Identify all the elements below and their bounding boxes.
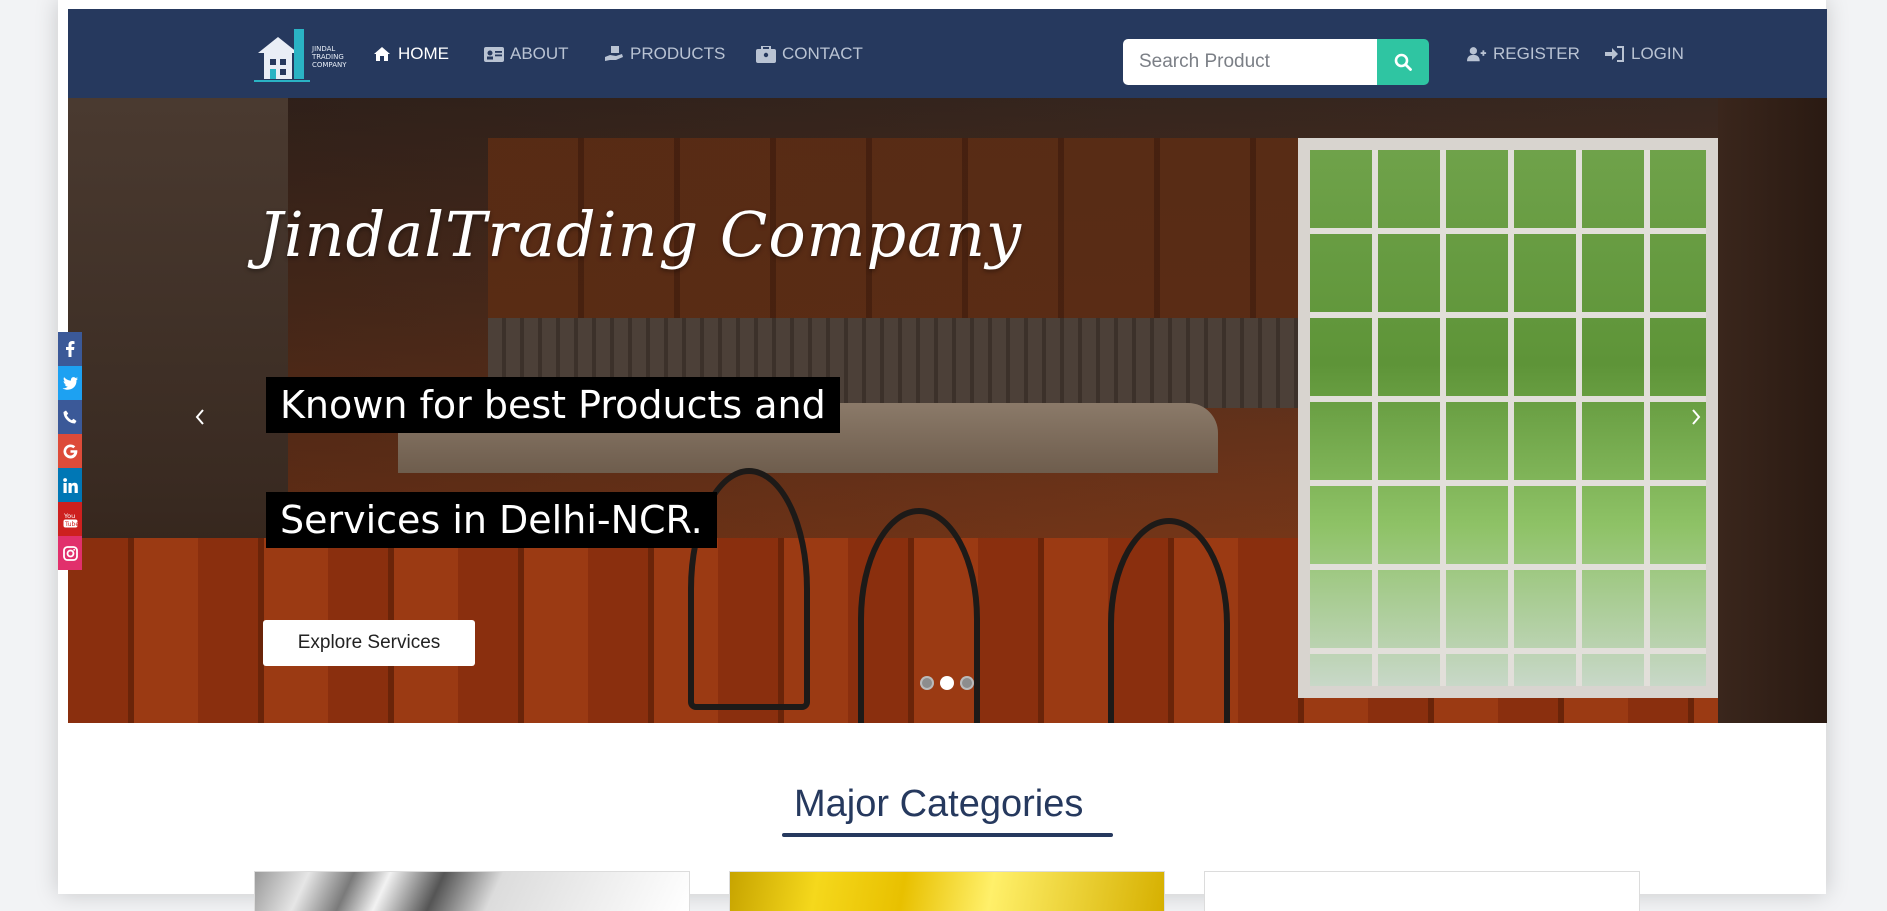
hero-bg-stool (858, 508, 980, 723)
instagram-icon (62, 545, 78, 561)
facebook-icon (66, 341, 75, 357)
carousel-indicators (920, 676, 974, 690)
logo-text-line-1: JINDAL (312, 45, 336, 53)
section-title-major-categories: Major Categories (794, 783, 1084, 825)
nav-about[interactable]: ABOUT (484, 43, 569, 65)
carousel-dot-2[interactable] (940, 676, 954, 690)
hero-carousel: JindalTrading Company Known for best Pro… (68, 98, 1827, 723)
home-icon (372, 45, 392, 63)
category-image (1205, 872, 1639, 911)
chevron-left-icon (195, 409, 204, 425)
hand-box-icon (604, 45, 624, 63)
logo-text: JINDAL TRADING COMPANY (312, 45, 348, 69)
youtube-link[interactable]: You Tube (58, 502, 82, 536)
hero-bg-window (1298, 138, 1718, 698)
hero-title: JindalTrading Company (258, 198, 1023, 271)
social-sidebar: You Tube (58, 332, 82, 570)
search-input[interactable] (1123, 39, 1377, 85)
register-label: REGISTER (1493, 44, 1580, 63)
logo-text-line-2: TRADING (312, 53, 344, 61)
google-icon (63, 444, 77, 458)
nav-products[interactable]: PRODUCTS (604, 43, 725, 65)
top-navbar: JINDAL TRADING COMPANY HOME ABOUT PRODUC… (68, 9, 1827, 98)
hero-bg-stool (1108, 518, 1230, 723)
explore-services-button[interactable]: Explore Services (263, 620, 475, 666)
linkedin-link[interactable] (58, 468, 82, 502)
carousel-dot-1[interactable] (920, 676, 934, 690)
carousel-prev-button[interactable] (187, 404, 213, 430)
id-card-icon (484, 45, 504, 63)
category-card[interactable] (729, 871, 1165, 911)
nav-home-label: HOME (398, 44, 449, 63)
phone-link[interactable] (58, 400, 82, 434)
hero-bg-curtain (1718, 98, 1827, 723)
company-logo[interactable]: JINDAL TRADING COMPANY (254, 23, 350, 85)
carousel-next-button[interactable] (1683, 404, 1709, 430)
linkedin-icon (62, 477, 78, 493)
twitter-icon (62, 376, 78, 390)
category-image (255, 872, 689, 911)
nav-about-label: ABOUT (510, 44, 569, 63)
nav-contact-label: CONTACT (782, 44, 863, 63)
svg-text:You: You (63, 512, 75, 520)
logo-text-line-3: COMPANY (312, 61, 347, 69)
nav-home[interactable]: HOME (372, 43, 449, 65)
category-image (730, 872, 1164, 911)
login-link[interactable]: LOGIN (1605, 43, 1684, 65)
search-button[interactable] (1377, 39, 1429, 85)
google-link[interactable] (58, 434, 82, 468)
svg-text:Tube: Tube (64, 521, 78, 528)
search-icon (1394, 53, 1412, 71)
user-plus-icon (1467, 45, 1487, 63)
carousel-dot-3[interactable] (960, 676, 974, 690)
login-label: LOGIN (1631, 44, 1684, 63)
facebook-link[interactable] (58, 332, 82, 366)
chevron-right-icon (1692, 409, 1701, 425)
instagram-link[interactable] (58, 536, 82, 570)
hero-tagline-line-1: Known for best Products and (266, 377, 840, 433)
building-logo-icon (254, 29, 310, 82)
register-link[interactable]: REGISTER (1467, 43, 1580, 65)
category-card[interactable] (254, 871, 690, 911)
sign-in-icon (1605, 45, 1625, 63)
category-card[interactable] (1204, 871, 1640, 911)
hero-tagline-line-2: Services in Delhi-NCR. (266, 492, 717, 548)
nav-products-label: PRODUCTS (630, 44, 726, 63)
twitter-link[interactable] (58, 366, 82, 400)
section-title-underline (782, 833, 1113, 837)
youtube-icon: YouTube (63, 512, 78, 528)
briefcase-icon (756, 45, 776, 63)
nav-contact[interactable]: CONTACT (756, 43, 863, 65)
phone-icon (63, 410, 77, 424)
